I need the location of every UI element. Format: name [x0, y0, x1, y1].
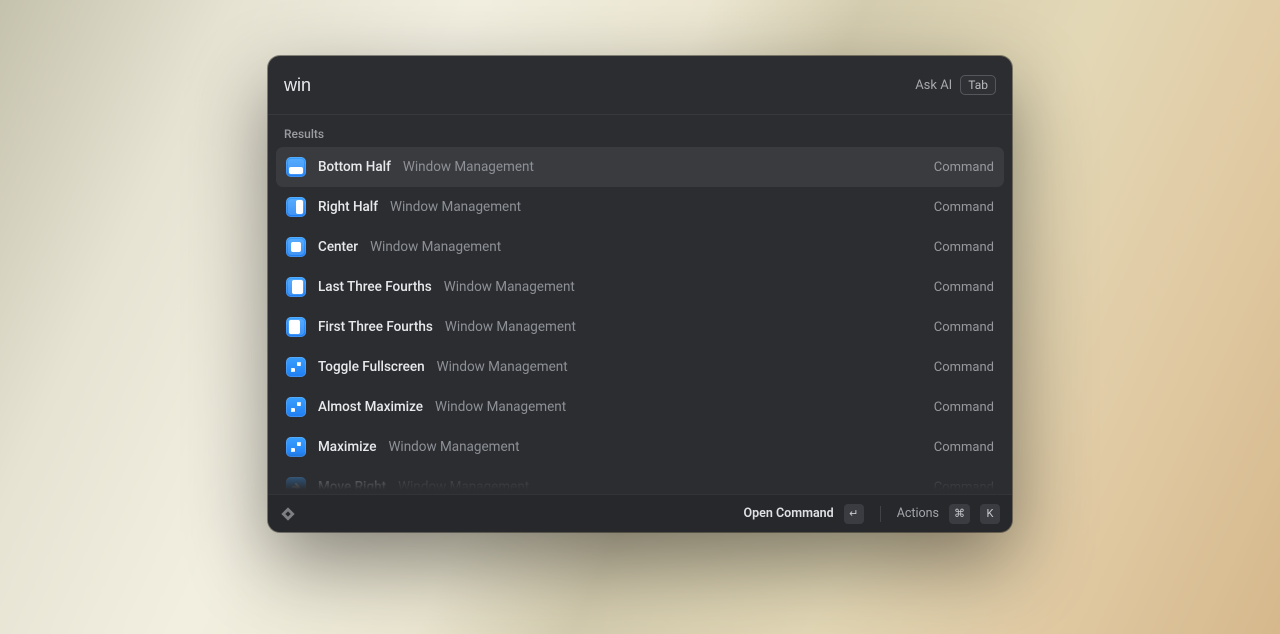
result-subtitle: Window Management	[435, 399, 566, 415]
result-badge: Command	[934, 200, 994, 215]
result-row[interactable]: Move Right Window Management Command	[276, 467, 1004, 494]
move-right-icon	[286, 477, 306, 494]
result-subtitle: Window Management	[398, 479, 529, 494]
result-subtitle: Window Management	[403, 159, 534, 175]
result-title: Almost Maximize	[318, 399, 423, 415]
search-input[interactable]	[284, 75, 915, 96]
result-row[interactable]: Bottom Half Window Management Command	[276, 147, 1004, 187]
right-half-icon	[286, 197, 306, 217]
result-row[interactable]: Almost Maximize Window Management Command	[276, 387, 1004, 427]
results-label: Results	[268, 115, 1012, 147]
result-row[interactable]: First Three Fourths Window Management Comm…	[276, 307, 1004, 347]
bottom-half-icon	[286, 157, 306, 177]
command-palette: Ask AI Tab Results Bottom Half Window Man…	[268, 56, 1012, 532]
result-title: Bottom Half	[318, 159, 391, 175]
enter-key-icon: ↵	[844, 504, 864, 524]
result-title: Move Right	[318, 479, 386, 494]
result-title: Center	[318, 239, 358, 255]
fullscreen-icon	[286, 357, 306, 377]
result-row[interactable]: Maximize Window Management Command	[276, 427, 1004, 467]
actions-label[interactable]: Actions	[897, 506, 939, 521]
result-subtitle: Window Management	[388, 439, 519, 455]
result-row[interactable]: Center Window Management Command	[276, 227, 1004, 267]
result-subtitle: Window Management	[370, 239, 501, 255]
result-row[interactable]: Last Three Fourths Window Management Comma…	[276, 267, 1004, 307]
result-title: Maximize	[318, 439, 376, 455]
k-key-icon: K	[980, 504, 1000, 524]
center-icon	[286, 237, 306, 257]
expand-icon	[286, 397, 306, 417]
result-badge: Command	[934, 360, 994, 375]
result-title: Toggle Fullscreen	[318, 359, 425, 375]
result-subtitle: Window Management	[445, 319, 576, 335]
result-badge: Command	[934, 320, 994, 335]
right-3-4-icon	[286, 277, 306, 297]
result-subtitle: Window Management	[444, 279, 575, 295]
result-badge: Command	[934, 440, 994, 455]
footer-divider	[880, 506, 881, 522]
result-badge: Command	[934, 280, 994, 295]
result-title: Right Half	[318, 199, 378, 215]
result-title: First Three Fourths	[318, 319, 433, 335]
footer-bar: Open Command ↵ Actions ⌘ K	[268, 494, 1012, 532]
left-3-4-icon	[286, 317, 306, 337]
tab-key-badge: Tab	[960, 75, 996, 95]
result-badge: Command	[934, 480, 994, 495]
result-subtitle: Window Management	[437, 359, 568, 375]
result-badge: Command	[934, 400, 994, 415]
expand-icon	[286, 437, 306, 457]
result-title: Last Three Fourths	[318, 279, 432, 295]
open-command-label[interactable]: Open Command	[744, 506, 834, 521]
result-badge: Command	[934, 160, 994, 175]
result-subtitle: Window Management	[390, 199, 521, 215]
cmd-key-icon: ⌘	[949, 504, 970, 524]
search-row: Ask AI Tab	[268, 56, 1012, 115]
result-badge: Command	[934, 240, 994, 255]
results-list: Bottom HalfWindow ManagementCommandRight…	[268, 147, 1012, 494]
ask-ai-hint[interactable]: Ask AI	[915, 78, 952, 93]
result-row[interactable]: Toggle Fullscreen Window Management Comman…	[276, 347, 1004, 387]
result-row[interactable]: Right Half Window Management Command	[276, 187, 1004, 227]
raycast-icon	[280, 506, 296, 522]
